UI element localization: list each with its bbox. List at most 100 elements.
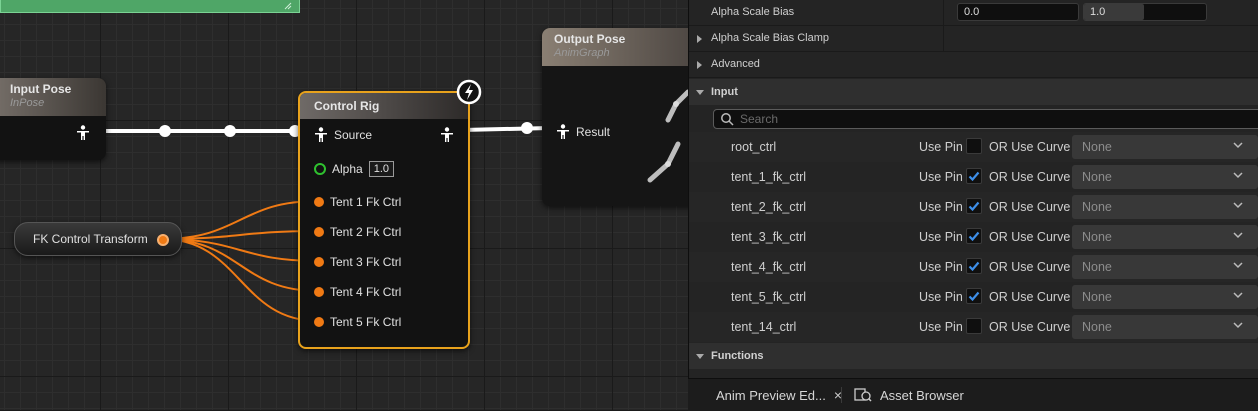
alpha-scale-bias-min-input[interactable]: 0.0 — [957, 3, 1079, 21]
curve-dropdown-value: None — [1082, 200, 1112, 214]
use-pin-checkbox[interactable] — [966, 168, 982, 184]
transform-pin-icon — [314, 227, 324, 237]
chevron-down-icon — [1233, 262, 1243, 269]
anim-graph-canvas[interactable]: Input Pose InPose Output Pose AnimGraph … — [0, 0, 688, 410]
control-rig-title: Control Rig — [314, 99, 380, 113]
alpha-scale-bias-label: Alpha Scale Bias — [711, 6, 795, 18]
lightning-icon — [456, 79, 482, 105]
search-placeholder: Search — [740, 112, 779, 126]
alpha-scale-bias-max-value: 1.0 — [1090, 6, 1106, 18]
reroute-knot — [521, 122, 533, 134]
fk-node-label: FK Control Transform — [33, 232, 148, 246]
tent-pin-label: Tent 3 Fk Ctrl — [330, 255, 402, 269]
bottom-tab-bar: Anim Preview Ed... × Asset Browser — [688, 378, 1258, 411]
input-row-tent_3_fk_ctrl: tent_3_fk_ctrl Use Pin OR Use Curve None — [689, 222, 1258, 252]
curve-dropdown[interactable]: None — [1072, 195, 1258, 219]
checkmark-icon — [968, 261, 980, 272]
tab-asset-browser[interactable]: Asset Browser — [854, 379, 964, 411]
chevron-down-icon — [1233, 322, 1243, 329]
details-panel: Alpha Scale Bias 0.0 1.0 Alpha Scale Bia… — [688, 0, 1258, 410]
tent-pin-3[interactable]: Tent 3 Fk Ctrl — [314, 255, 401, 269]
use-pin-checkbox[interactable] — [966, 288, 982, 304]
pose-pin-icon — [557, 124, 569, 139]
alpha-scale-bias-max-input[interactable]: 1.0 — [1083, 3, 1207, 21]
output-pose-title: Output Pose — [554, 32, 626, 46]
reroute-knot — [159, 125, 171, 137]
output-pose-node[interactable]: Output Pose AnimGraph Result — [542, 28, 688, 206]
checkmark-icon — [968, 201, 980, 212]
or-use-curve-label: OR Use Curve — [989, 230, 1071, 244]
use-pin-checkbox[interactable] — [966, 318, 982, 334]
use-pin-label: Use Pin — [919, 260, 963, 274]
advanced-row[interactable]: Advanced — [689, 52, 1258, 78]
alpha-pin[interactable]: Alpha 1.0 — [314, 161, 394, 177]
curve-dropdown[interactable]: None — [1072, 165, 1258, 189]
input-row-tent_4_fk_ctrl: tent_4_fk_ctrl Use Pin OR Use Curve None — [689, 252, 1258, 282]
output-pose-subtitle: AnimGraph — [554, 47, 610, 59]
input-row-tent_1_fk_ctrl: tent_1_fk_ctrl Use Pin OR Use Curve None — [689, 162, 1258, 192]
alpha-scale-bias-row: Alpha Scale Bias 0.0 1.0 — [689, 0, 1258, 26]
or-use-curve-label: OR Use Curve — [989, 200, 1071, 214]
tent-pin-5[interactable]: Tent 5 Fk Ctrl — [314, 315, 401, 329]
column-divider — [943, 0, 944, 26]
tab-divider — [841, 387, 842, 403]
collapse-arrow-icon — [696, 90, 704, 95]
alpha-scale-bias-clamp-row[interactable]: Alpha Scale Bias Clamp — [689, 26, 1258, 52]
use-pin-checkbox[interactable] — [966, 258, 982, 274]
transform-pin-icon — [314, 257, 324, 267]
curve-dropdown[interactable]: None — [1072, 315, 1258, 339]
tent-pin-label: Tent 4 Fk Ctrl — [330, 285, 402, 299]
search-icon — [721, 113, 734, 126]
input-name: tent_2_fk_ctrl — [731, 200, 807, 214]
column-divider — [943, 26, 944, 52]
pose-output-pin-icon[interactable] — [440, 127, 454, 143]
alpha-pin-label: Alpha — [332, 162, 363, 176]
curve-dropdown-value: None — [1082, 170, 1112, 184]
fk-control-transform-node[interactable]: FK Control Transform — [14, 222, 182, 256]
chevron-down-icon — [1233, 292, 1243, 299]
input-pose-subtitle: InPose — [10, 97, 45, 109]
curve-dropdown[interactable]: None — [1072, 225, 1258, 249]
tent-pin-2[interactable]: Tent 2 Fk Ctrl — [314, 225, 401, 239]
result-pin[interactable]: Result — [556, 124, 610, 140]
input-pose-node[interactable]: Input Pose InPose — [0, 78, 106, 160]
curve-dropdown[interactable]: None — [1072, 285, 1258, 309]
tent-pin-label: Tent 5 Fk Ctrl — [330, 315, 402, 329]
input-row-tent_14_ctrl: tent_14_ctrl Use Pin OR Use Curve None — [689, 312, 1258, 342]
curve-dropdown[interactable]: None — [1072, 135, 1258, 159]
input-row-root_ctrl: root_ctrl Use Pin OR Use Curve None — [689, 132, 1258, 162]
source-pin[interactable]: Source — [314, 127, 372, 143]
pose-pin-icon[interactable] — [76, 125, 90, 141]
transform-pin-icon — [314, 287, 324, 297]
functions-category-header[interactable]: Functions — [689, 343, 1258, 369]
source-pin-label: Source — [334, 128, 373, 142]
checkmark-icon — [968, 231, 980, 242]
control-rig-node[interactable]: Control Rig Source Alpha 1.0 Tent 1 Fk C… — [298, 91, 470, 349]
alpha-pin-icon — [314, 163, 326, 175]
pose-wire-out — [461, 126, 551, 132]
input-category-label: Input — [711, 86, 738, 98]
fk-node-label-row: FK Control Transform — [33, 232, 148, 246]
tent-pin-1[interactable]: Tent 1 Fk Ctrl — [314, 195, 401, 209]
use-pin-checkbox[interactable] — [966, 138, 982, 154]
use-pin-label: Use Pin — [919, 320, 963, 334]
tent-pin-4[interactable]: Tent 4 Fk Ctrl — [314, 285, 401, 299]
transform-output-pin-icon[interactable] — [157, 234, 169, 246]
use-pin-label: Use Pin — [919, 230, 963, 244]
curve-dropdown-value: None — [1082, 140, 1112, 154]
input-category-header[interactable]: Input — [689, 79, 1258, 105]
tab-anim-preview-editor[interactable]: Anim Preview Ed... × — [716, 379, 842, 411]
curve-dropdown-value: None — [1082, 230, 1112, 244]
collapse-arrow-icon — [696, 354, 704, 359]
use-pin-checkbox[interactable] — [966, 228, 982, 244]
curve-dropdown[interactable]: None — [1072, 255, 1258, 279]
input-name: tent_1_fk_ctrl — [731, 170, 807, 184]
alpha-value-input[interactable]: 1.0 — [368, 161, 394, 177]
chevron-down-icon — [1233, 142, 1243, 149]
input-search-field[interactable]: Search — [713, 109, 1258, 129]
use-pin-label: Use Pin — [919, 200, 963, 214]
use-pin-label: Use Pin — [919, 140, 963, 154]
use-pin-checkbox[interactable] — [966, 198, 982, 214]
input-name: root_ctrl — [731, 140, 777, 154]
or-use-curve-label: OR Use Curve — [989, 320, 1071, 334]
